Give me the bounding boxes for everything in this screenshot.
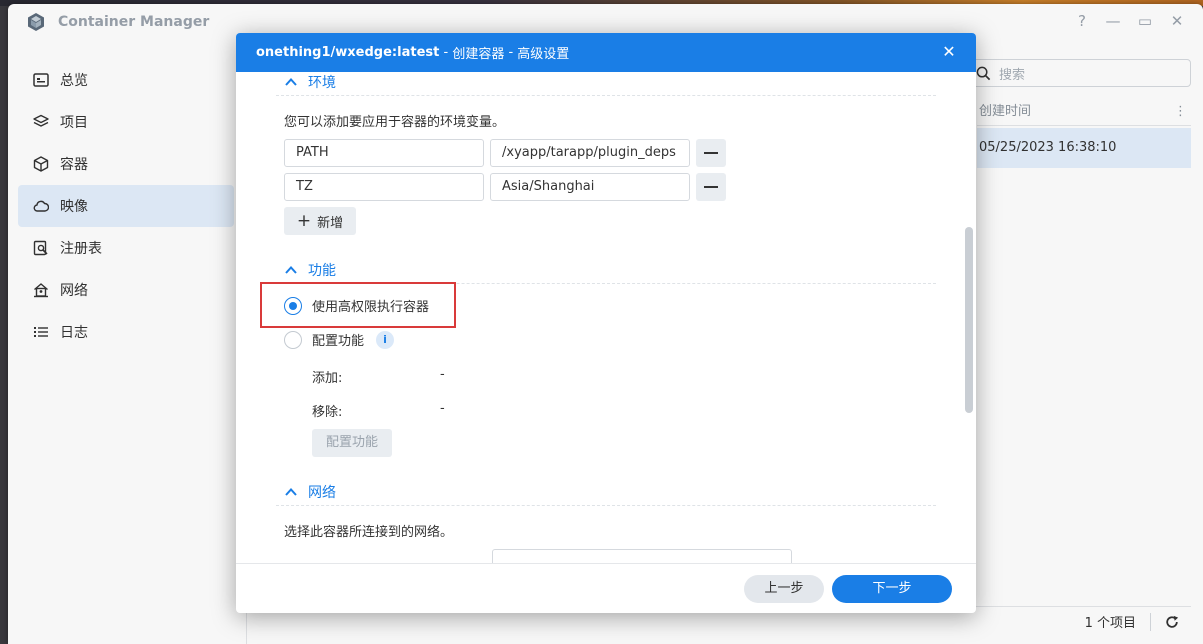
env-description: 您可以添加要应用于容器的环境变量。: [284, 115, 506, 130]
section-divider: [276, 95, 936, 96]
dialog-title-separator: -: [439, 45, 453, 60]
section-divider: [276, 505, 936, 506]
env-value-field[interactable]: /xyapp/tarapp/plugin_deps: [490, 139, 690, 167]
privileged-radio[interactable]: [284, 296, 302, 315]
dialog-body[interactable]: 环境 您可以添加要应用于容器的环境变量。 PATH /xyapp/tarapp/…: [236, 72, 976, 563]
configure-capabilities-option[interactable]: 配置功能 i: [284, 330, 395, 349]
minus-icon: [704, 186, 718, 188]
remove-env-button[interactable]: [696, 173, 726, 201]
section-title: 网络: [308, 485, 336, 501]
env-key-field[interactable]: TZ: [284, 173, 484, 201]
add-env-button[interactable]: + 新增: [284, 207, 356, 235]
next-button[interactable]: 下一步: [832, 575, 952, 603]
remove-env-button[interactable]: [696, 139, 726, 167]
dialog-title-separator: -: [504, 45, 518, 60]
close-icon[interactable]: ✕: [940, 43, 958, 61]
section-title: 功能: [308, 263, 336, 279]
privileged-option[interactable]: 使用高权限执行容器: [284, 296, 429, 315]
info-icon[interactable]: i: [376, 330, 395, 349]
add-capabilities-label: 添加:: [312, 371, 343, 386]
chevron-up-icon: [285, 266, 297, 274]
dialog-title-image: onething1/wxedge:latest: [256, 45, 440, 60]
configure-capabilities-button[interactable]: 配置功能: [312, 429, 392, 457]
dialog-header: onething1/wxedge:latest - 创建容器 - 高级设置 ✕: [236, 33, 976, 72]
env-key-field[interactable]: PATH: [284, 139, 484, 167]
scrollbar[interactable]: [965, 227, 973, 413]
dialog-footer: 上一步 下一步: [236, 563, 976, 613]
previous-button[interactable]: 上一步: [744, 575, 824, 603]
add-capabilities-value: -: [440, 367, 445, 382]
plus-icon: +: [296, 210, 312, 231]
dialog-title-page: 高级设置: [517, 47, 570, 62]
remove-capabilities-label: 移除:: [312, 405, 343, 420]
env-value-field[interactable]: Asia/Shanghai: [490, 173, 690, 201]
network-description: 选择此容器所连接到的网络。: [284, 525, 454, 540]
section-title: 环境: [308, 75, 336, 91]
create-container-dialog: onething1/wxedge:latest - 创建容器 - 高级设置 ✕ …: [236, 33, 976, 613]
section-network-header[interactable]: 网络: [284, 482, 336, 502]
chevron-up-icon: [285, 78, 297, 86]
configure-capabilities-label: 配置功能: [312, 334, 365, 349]
remove-capabilities-value: -: [440, 401, 445, 416]
privileged-label: 使用高权限执行容器: [312, 300, 430, 315]
dialog-title-step: 创建容器: [452, 47, 505, 62]
section-env-header[interactable]: 环境: [284, 72, 336, 92]
section-capabilities-header[interactable]: 功能: [284, 260, 336, 280]
minus-icon: [704, 152, 718, 154]
chevron-up-icon: [285, 488, 297, 496]
network-select[interactable]: [492, 549, 792, 563]
configure-capabilities-radio[interactable]: [284, 330, 302, 349]
